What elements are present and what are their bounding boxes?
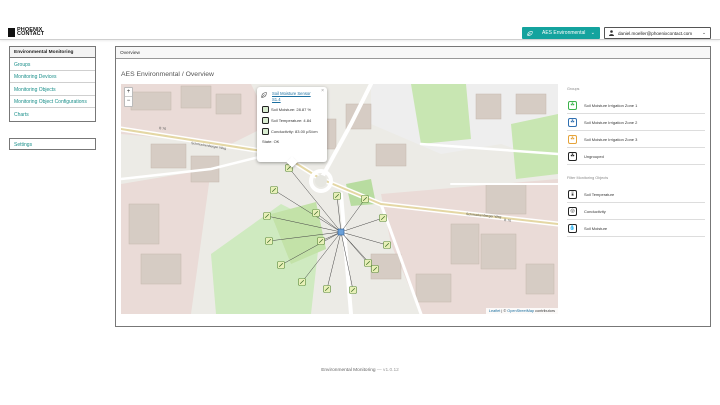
leaf-icon: ☘ <box>568 100 577 110</box>
sidebar-item-monitoring-devices[interactable]: Monitoring Devices <box>10 71 95 84</box>
sensor-marker[interactable]: S3.5 <box>298 278 306 286</box>
street-label: B 76 <box>504 218 511 223</box>
footer-version: — v1.0.12 <box>375 368 399 373</box>
legend-object-label: Soil Temperature <box>584 191 615 197</box>
sidebar-menu: Groups Monitoring Devices Monitoring Obj… <box>9 58 96 122</box>
main-panel: Overview AES Environmental / Overview Sc… <box>115 46 711 327</box>
sidebar: Environmental Monitoring Groups Monitori… <box>9 46 96 150</box>
user-email: daniel.moeller@phoenixcontact.com <box>618 30 693 36</box>
legend-group-row[interactable]: ☘ Soil Moisture Irrigation Zone 1 <box>567 97 705 114</box>
sensor-marker[interactable]: S1.2 <box>333 192 341 200</box>
soil-moisture-icon <box>262 106 269 113</box>
sensor-marker[interactable]: S3.4 <box>371 265 379 273</box>
legend-object-row[interactable]: 🌡 Soil Temperature <box>567 186 705 203</box>
leaflet-link[interactable]: Leaflet <box>489 309 500 313</box>
osm-link[interactable]: OpenStreetMap <box>507 309 534 313</box>
sidebar-title: Environmental Monitoring <box>9 46 96 58</box>
sensor-marker[interactable]: S3.1 <box>317 237 325 245</box>
legend-group-row[interactable]: ☘ Ungrouped <box>567 148 705 165</box>
groups-heading: Groups <box>567 87 580 91</box>
top-bar: PHOENIX CONTACT AES Environmental ⌄ dani… <box>0 0 720 40</box>
sensor-marker[interactable]: S2.2 <box>312 209 320 217</box>
leaf-icon: ☘ <box>568 151 577 161</box>
chevron-down-icon: ⌄ <box>702 30 706 35</box>
legend-object-row[interactable]: ◎ Conductivity <box>567 203 705 220</box>
company-logo[interactable]: PHOENIX CONTACT <box>8 27 46 37</box>
sensor-marker[interactable]: S2.1 <box>263 212 271 220</box>
footer: Environmental Monitoring — v1.0.12 <box>0 368 720 373</box>
objects-heading: Filter Monitoring Objects <box>567 176 609 180</box>
page-title: AES Environmental / Overview <box>121 71 214 78</box>
sensor-marker[interactable]: S2.4 <box>265 237 273 245</box>
thermometer-icon: 🌡 <box>568 189 577 199</box>
leaf-icon <box>261 92 267 98</box>
sensor-marker[interactable]: S3.7 <box>349 286 357 294</box>
popup-value: Soil Moisture: 28.87 % <box>271 107 312 112</box>
conductivity-icon <box>262 128 269 135</box>
leaf-icon: ☘ <box>568 134 577 144</box>
zoom-out-button[interactable]: − <box>125 97 132 106</box>
legend-group-label: Soil Moisture Irrigation Zone 3 <box>584 136 638 142</box>
sensor-marker[interactable]: S3.8 <box>364 259 372 267</box>
sidebar-item-settings[interactable]: Settings <box>9 137 96 150</box>
footer-app-name: Environmental Monitoring <box>321 368 376 373</box>
droplet-icon: 💧 <box>568 223 577 233</box>
legend-group-label: Soil Moisture Irrigation Zone 1 <box>584 102 638 108</box>
popup-row: Conductivity: 83.00 µS/cm <box>262 128 322 135</box>
popup-title-link[interactable]: Soil Moisture Sensor <box>272 91 322 96</box>
logo-line-2: CONTACT <box>17 31 45 38</box>
conductivity-icon: ◎ <box>568 206 577 216</box>
soil-temperature-icon <box>262 117 269 124</box>
sensor-marker[interactable]: S2.3 <box>379 214 387 222</box>
sidebar-item-groups[interactable]: Groups <box>10 58 95 71</box>
legend-group-label: Soil Moisture Irrigation Zone 2 <box>584 119 638 125</box>
legend-group-row[interactable]: ☘ Soil Moisture Irrigation Zone 3 <box>567 131 705 148</box>
attribution-tail: contributors <box>534 309 555 313</box>
sensor-marker[interactable]: S1.1 <box>270 186 278 194</box>
sidebar-item-monitoring-object-configurations[interactable]: Monitoring Object Configurations <box>10 96 95 109</box>
sensor-marker[interactable]: S3.6 <box>323 285 331 293</box>
zoom-control: + − <box>124 87 133 107</box>
close-icon[interactable]: × <box>321 88 324 94</box>
gateway-marker[interactable] <box>337 228 345 236</box>
legend-object-label: Conductivity <box>584 208 606 214</box>
tenant-label: AES Environmental <box>542 30 586 36</box>
popup-row: Soil Temperature: 4.84 <box>262 117 322 124</box>
leaf-icon: ☘ <box>568 117 577 127</box>
sensor-marker[interactable]: S3.2 <box>383 241 391 249</box>
popup-row: Soil Moisture: 28.87 % <box>262 106 322 113</box>
leaf-icon <box>527 30 533 36</box>
user-menu-button[interactable]: daniel.moeller@phoenixcontact.com ⌄ <box>604 27 711 39</box>
popup-value: Conductivity: 83.00 µS/cm <box>271 129 318 134</box>
popup-id-link[interactable]: S1.4 <box>272 97 322 102</box>
legend-group-label: Ungrouped <box>584 153 604 159</box>
user-icon <box>609 30 614 36</box>
map-legend: Groups ☘ Soil Moisture Irrigation Zone 1… <box>567 84 705 237</box>
sensor-marker[interactable]: S3.3 <box>277 261 285 269</box>
map-canvas[interactable]: Schmuckenberger Weg Schmuckenberger Weg … <box>121 84 558 314</box>
map-view[interactable]: Schmuckenberger Weg Schmuckenberger Weg … <box>121 84 558 314</box>
breadcrumb: Overview <box>116 47 710 59</box>
sidebar-item-charts[interactable]: Charts <box>10 108 95 121</box>
chevron-down-icon: ⌄ <box>590 30 595 36</box>
popup-state: State: OK <box>262 139 280 144</box>
zoom-in-button[interactable]: + <box>125 88 132 97</box>
logo-mark <box>8 28 15 37</box>
sensor-marker[interactable]: S1.3 <box>361 195 369 203</box>
map-attribution: Leaflet | © OpenStreetMap contributors <box>485 308 558 314</box>
sidebar-item-monitoring-objects[interactable]: Monitoring Objects <box>10 83 95 96</box>
sensor-popup: × Soil Moisture Sensor S1.4 Soil Moistur… <box>257 87 327 168</box>
legend-object-label: Soil Moisture <box>584 225 608 231</box>
popup-value: Soil Temperature: 4.84 <box>271 118 312 123</box>
tenant-selector-button[interactable]: AES Environmental ⌄ <box>522 27 600 39</box>
legend-object-row[interactable]: 💧 Soil Moisture <box>567 220 705 237</box>
legend-group-row[interactable]: ☘ Soil Moisture Irrigation Zone 2 <box>567 114 705 131</box>
